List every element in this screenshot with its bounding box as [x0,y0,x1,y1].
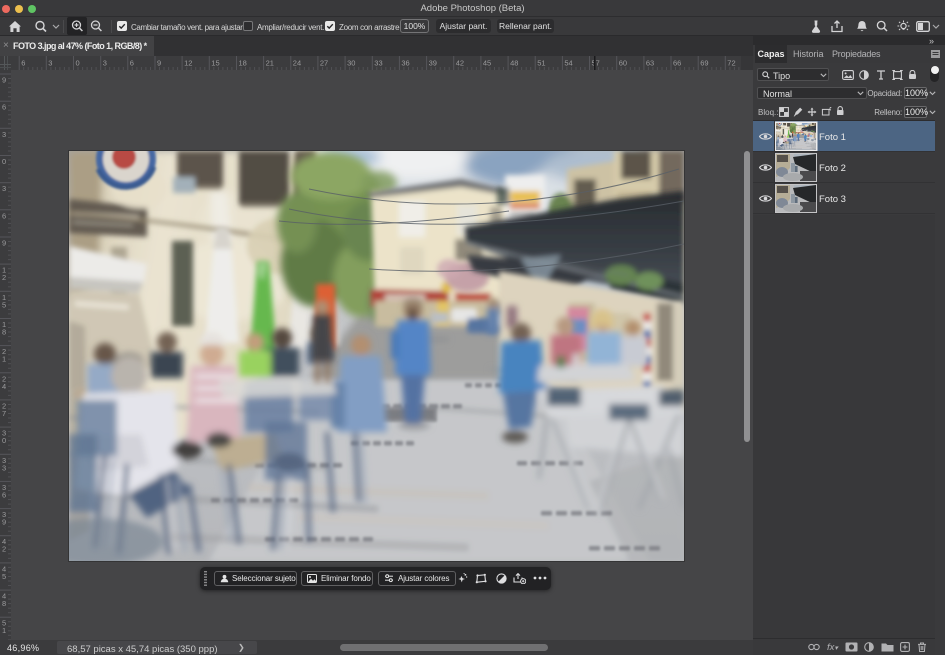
svg-text:42: 42 [456,59,464,68]
svg-text:48: 48 [510,59,518,68]
svg-text:2: 2 [2,545,6,554]
svg-text:9: 9 [2,76,6,85]
svg-text:6: 6 [2,490,6,499]
svg-text:15: 15 [211,59,219,68]
svg-text:39: 39 [429,59,437,68]
svg-text:54: 54 [564,59,572,68]
svg-text:57: 57 [592,59,600,68]
svg-text:0: 0 [2,436,6,445]
svg-text:72: 72 [727,59,735,68]
svg-text:6: 6 [2,103,6,112]
svg-text:30: 30 [347,59,355,68]
svg-text:6: 6 [2,211,6,220]
svg-text:5: 5 [2,300,6,309]
svg-text:3: 3 [2,184,6,193]
svg-text:3: 3 [2,463,6,472]
svg-text:4: 4 [2,382,6,391]
svg-text:3: 3 [103,59,107,68]
svg-text:3: 3 [2,130,6,139]
svg-text:1: 1 [2,626,6,635]
svg-text:6: 6 [21,59,25,68]
svg-text:45: 45 [483,59,491,68]
svg-text:2: 2 [2,273,6,282]
svg-text:0: 0 [76,59,80,68]
svg-text:9: 9 [157,59,161,68]
svg-text:8: 8 [2,328,6,337]
svg-text:6: 6 [130,59,134,68]
svg-text:1: 1 [2,355,6,364]
svg-text:3: 3 [48,59,52,68]
svg-text:21: 21 [266,59,274,68]
svg-text:27: 27 [320,59,328,68]
svg-text:9: 9 [2,239,6,248]
svg-text:8: 8 [2,599,6,608]
svg-text:9: 9 [2,518,6,527]
svg-text:0: 0 [2,157,6,166]
svg-text:60: 60 [619,59,627,68]
svg-text:18: 18 [239,59,247,68]
svg-text:63: 63 [646,59,654,68]
svg-text:5: 5 [2,572,6,581]
svg-text:69: 69 [700,59,708,68]
svg-text:33: 33 [374,59,382,68]
svg-text:51: 51 [537,59,545,68]
svg-text:12: 12 [184,59,192,68]
svg-text:24: 24 [293,59,301,68]
svg-text:7: 7 [2,409,6,418]
svg-text:36: 36 [401,59,409,68]
svg-text:66: 66 [673,59,681,68]
